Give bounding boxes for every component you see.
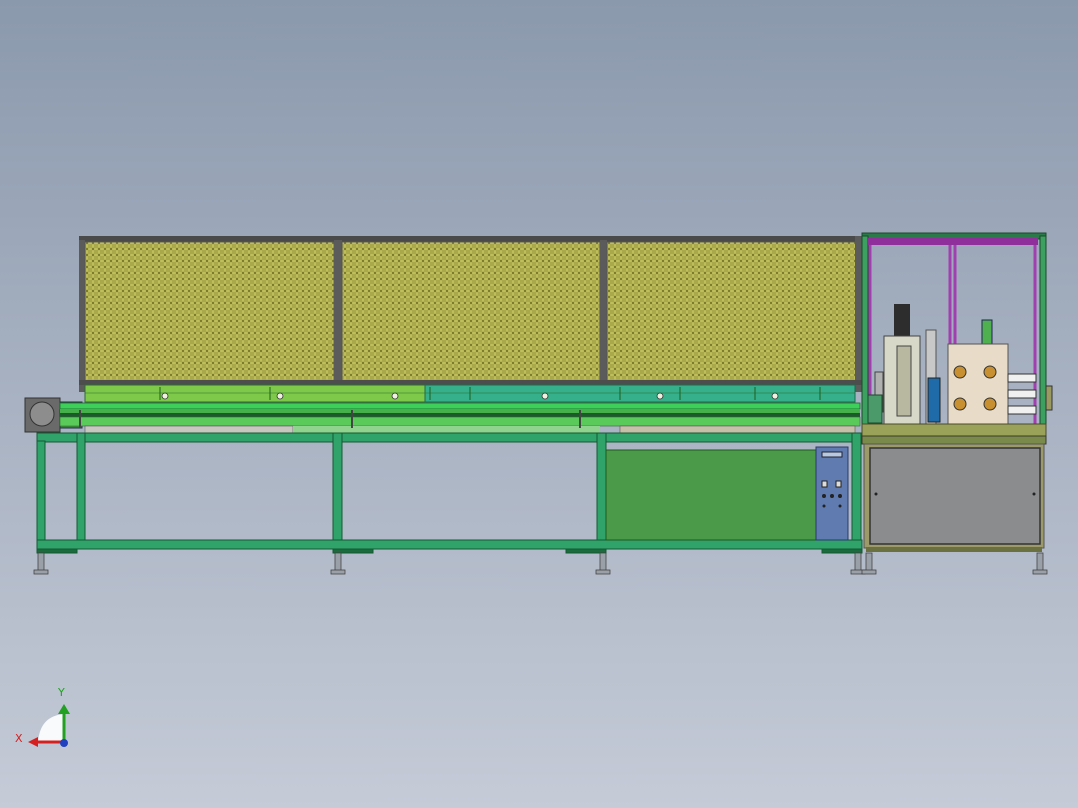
conveyor-rail[interactable] — [24, 384, 861, 437]
top-mesh-guard[interactable] — [79, 236, 862, 392]
machine-assembly-drawing[interactable] — [0, 0, 1078, 808]
cad-viewport[interactable]: Y X — [0, 0, 1078, 808]
x-axis-label: X — [15, 732, 23, 745]
y-axis-label: Y — [58, 686, 65, 699]
control-panel[interactable] — [815, 446, 849, 541]
lower-green-panel — [605, 449, 817, 541]
